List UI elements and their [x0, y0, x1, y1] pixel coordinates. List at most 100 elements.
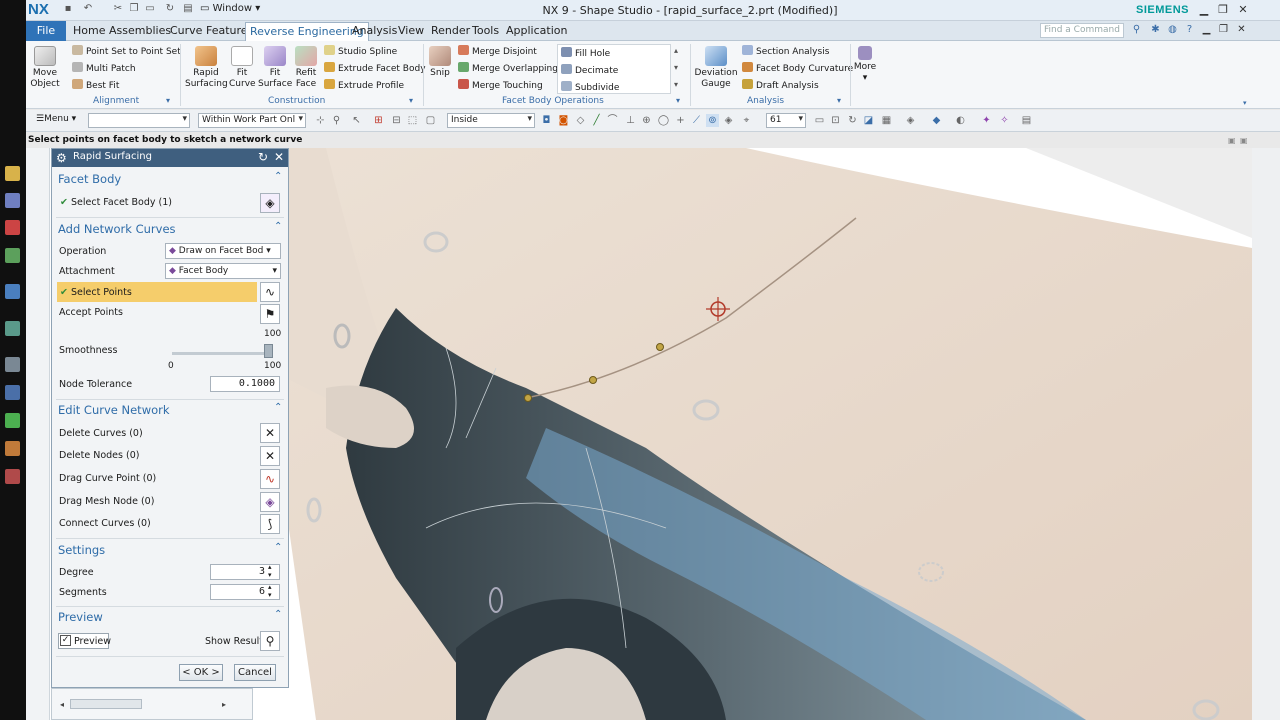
- fit-curve-button[interactable]: Fit Curve: [229, 46, 256, 90]
- reuse-library-icon[interactable]: [5, 248, 20, 263]
- deviation-gauge-button[interactable]: Deviation Gauge: [694, 46, 738, 90]
- drag-mesh-node-icon[interactable]: ◈: [260, 492, 280, 512]
- selection-scope-dropdown[interactable]: Within Work Part Onl: [198, 113, 306, 128]
- snap-icon[interactable]: ⊹: [314, 114, 327, 127]
- tab-render[interactable]: Render: [431, 24, 470, 37]
- bounded-grid-icon[interactable]: ◈: [722, 114, 735, 127]
- intersection-icon[interactable]: ⊕: [640, 114, 653, 127]
- gallery-scroll-down-icon[interactable]: ▾: [674, 63, 678, 72]
- draft-analysis-button[interactable]: Draft Analysis: [742, 79, 819, 91]
- operation-select[interactable]: ◆ Draw on Facet Bod ▾: [165, 243, 281, 259]
- horizontal-scrollbar[interactable]: [70, 699, 142, 709]
- gallery-expand-icon[interactable]: ▾: [674, 80, 678, 89]
- merge-overlapping-button[interactable]: Merge Overlapping: [458, 62, 558, 74]
- connect-curves-icon[interactable]: ⟆: [260, 514, 280, 534]
- save-icon[interactable]: ▪: [62, 3, 74, 16]
- datum-icon[interactable]: ✧: [998, 114, 1011, 127]
- cursor-icon[interactable]: ↖: [350, 114, 363, 127]
- show-hide-icon[interactable]: ◐: [954, 114, 967, 127]
- dialog-close-icon[interactable]: ✕: [274, 150, 284, 164]
- orient-view-icon[interactable]: ◈: [904, 114, 917, 127]
- add-network-curves-header[interactable]: Add Network Curves: [58, 222, 176, 236]
- fit-surface-button[interactable]: Fit Surface: [258, 46, 292, 90]
- control-point-icon[interactable]: ⊥: [624, 114, 637, 127]
- cue-close-icon[interactable]: ▣: [1240, 136, 1248, 145]
- point-on-surface-icon[interactable]: ⊚: [706, 114, 719, 127]
- constraint-navigator-icon[interactable]: [5, 220, 20, 235]
- tab-assemblies[interactable]: Assemblies: [109, 24, 171, 37]
- search-icon[interactable]: ⚲: [1130, 24, 1143, 37]
- settings-icon[interactable]: ✱: [1149, 24, 1162, 37]
- preview-header[interactable]: Preview: [58, 610, 103, 624]
- select-all-icon[interactable]: ⊞: [372, 114, 385, 127]
- delete-nodes-icon[interactable]: ✕: [260, 446, 280, 466]
- history-icon[interactable]: [5, 321, 20, 336]
- best-fit-button[interactable]: Best Fit: [72, 79, 119, 91]
- more-button[interactable]: More ▾: [852, 46, 878, 84]
- wcs-icon[interactable]: ✦: [980, 114, 993, 127]
- collapse-icon[interactable]: ⌃: [274, 221, 282, 232]
- cut-icon[interactable]: ✂: [112, 3, 124, 16]
- quadrant-icon[interactable]: +: [674, 114, 687, 127]
- doc-close-icon[interactable]: ✕: [1235, 24, 1248, 37]
- close-icon[interactable]: ✕: [1236, 3, 1250, 17]
- point-set-button[interactable]: Point Set to Point Set: [72, 45, 181, 57]
- window-menu[interactable]: ▭ Window ▾: [200, 3, 260, 14]
- doc-restore-icon[interactable]: ❐: [1217, 24, 1230, 37]
- scroll-left-icon[interactable]: ◂: [60, 700, 64, 709]
- select-points[interactable]: ✔ Select Points: [60, 287, 132, 298]
- cancel-button[interactable]: Cancel: [234, 664, 276, 681]
- decimate-button[interactable]: Decimate: [561, 64, 618, 76]
- ribbon-options-icon[interactable]: ▾: [1243, 99, 1247, 107]
- file-tab[interactable]: File: [26, 21, 66, 41]
- process-studio-icon[interactable]: [5, 413, 20, 428]
- smoothness-slider-thumb[interactable]: [264, 344, 273, 358]
- analysis-expand-icon[interactable]: ▾: [837, 96, 841, 105]
- facet-body-selector-icon[interactable]: ◈: [260, 193, 280, 213]
- tab-curve[interactable]: Curve: [170, 24, 202, 37]
- drag-curve-point-icon[interactable]: ∿: [260, 469, 280, 489]
- render-style-icon[interactable]: ◪: [862, 114, 875, 127]
- tab-application[interactable]: Application: [506, 24, 567, 37]
- restore-icon[interactable]: ❐: [1216, 3, 1230, 17]
- nx-logo[interactable]: NX: [28, 1, 49, 18]
- end-point-icon[interactable]: ╱: [590, 114, 603, 127]
- attachment-select[interactable]: ◆ Facet Body ▾: [165, 263, 281, 279]
- gear-icon[interactable]: ⚙: [56, 151, 67, 165]
- find-command-input[interactable]: Find a Command: [1040, 23, 1124, 38]
- arc-center-icon[interactable]: ◯: [657, 114, 670, 127]
- part-navigator-icon[interactable]: [5, 166, 20, 181]
- construction-expand-icon[interactable]: ▾: [409, 96, 413, 105]
- extrude-facet-body-button[interactable]: Extrude Facet Body: [324, 62, 426, 74]
- work-layer-icon[interactable]: ◆: [930, 114, 943, 127]
- rapid-surfacing-button[interactable]: Rapid Surfacing: [185, 46, 228, 90]
- tab-feature[interactable]: Feature: [206, 24, 248, 37]
- cue-restore-icon[interactable]: ▣: [1228, 136, 1236, 145]
- scroll-right-icon[interactable]: ▸: [222, 700, 226, 709]
- fit-view-icon[interactable]: ▭: [813, 114, 826, 127]
- tab-tools[interactable]: Tools: [472, 24, 499, 37]
- help-icon[interactable]: ?: [1183, 24, 1196, 37]
- roles-icon[interactable]: [5, 441, 20, 456]
- grid-icon[interactable]: ▦: [880, 114, 893, 127]
- collapse-icon[interactable]: ⌃: [274, 542, 282, 553]
- move-object-button[interactable]: Move Object: [28, 46, 62, 90]
- dialog-title-bar[interactable]: Rapid Surfacing: [52, 149, 288, 167]
- paste-icon[interactable]: ▭: [144, 3, 156, 16]
- type-filter-dropdown[interactable]: [88, 113, 190, 128]
- clock-icon[interactable]: [5, 357, 20, 372]
- rotate-icon[interactable]: ↻: [846, 114, 859, 127]
- collapse-icon[interactable]: ⌃: [274, 171, 282, 182]
- globe-icon[interactable]: ◍: [1166, 24, 1179, 37]
- subdivide-button[interactable]: Subdivide: [561, 81, 619, 93]
- facet-body-section-header[interactable]: Facet Body: [58, 172, 121, 186]
- section-analysis-button[interactable]: Section Analysis: [742, 45, 829, 57]
- ok-button[interactable]: < OK >: [179, 664, 223, 681]
- tab-analysis[interactable]: Analysis: [352, 24, 397, 37]
- multi-patch-button[interactable]: Multi Patch: [72, 62, 136, 74]
- system-materials-icon[interactable]: [5, 385, 20, 400]
- preview-checkbox[interactable]: ✓: [60, 635, 71, 646]
- tab-view[interactable]: View: [398, 24, 424, 37]
- studio-spline-button[interactable]: Studio Spline: [324, 45, 397, 57]
- point-on-curve-icon[interactable]: ⟋: [690, 114, 703, 127]
